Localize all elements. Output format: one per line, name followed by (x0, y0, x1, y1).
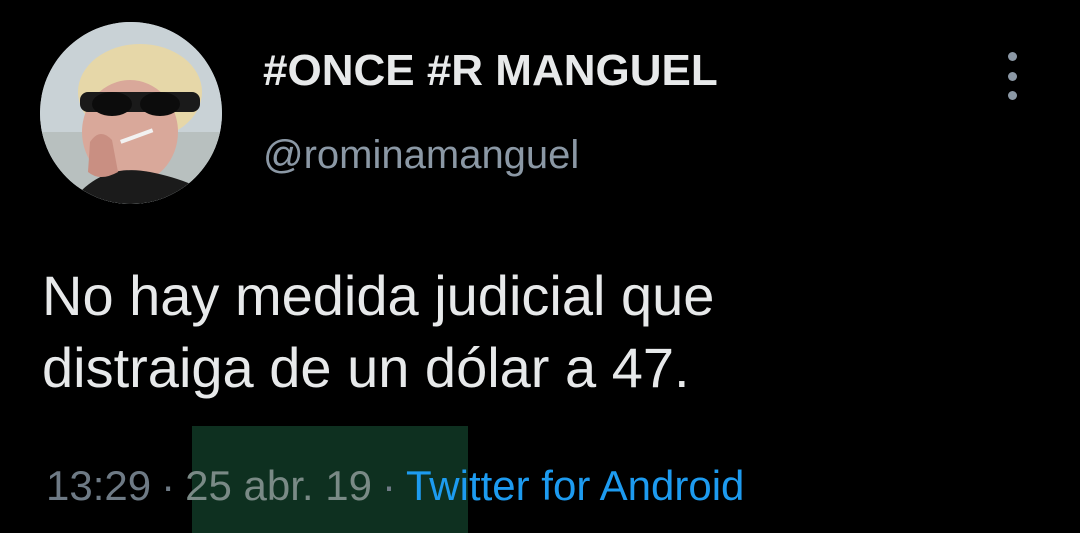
more-vertical-icon (1007, 91, 1017, 100)
avatar[interactable] (40, 22, 222, 204)
tweet-text: No hay medida judicial que distraiga de … (42, 260, 1042, 404)
more-vertical-icon (1007, 52, 1017, 61)
separator-dot: · (381, 462, 396, 509)
tweet-metadata: 13:29 · 25 abr. 19 · Twitter for Android (46, 462, 744, 510)
more-options-button[interactable] (996, 52, 1028, 100)
avatar-image (40, 22, 222, 204)
user-handle[interactable]: @rominamanguel (263, 133, 579, 178)
tweet-date: 25 abr. 19 (185, 462, 372, 509)
separator-dot: · (161, 462, 176, 509)
tweet-time: 13:29 (46, 462, 152, 509)
tweet-text-line: distraiga de un dólar a 47. (42, 336, 690, 399)
tweet-source-link[interactable]: Twitter for Android (406, 462, 744, 510)
tweet-text-line: No hay medida judicial que (42, 264, 715, 327)
more-vertical-icon (1007, 71, 1017, 81)
display-name[interactable]: #ONCE #R MANGUEL (263, 46, 718, 96)
